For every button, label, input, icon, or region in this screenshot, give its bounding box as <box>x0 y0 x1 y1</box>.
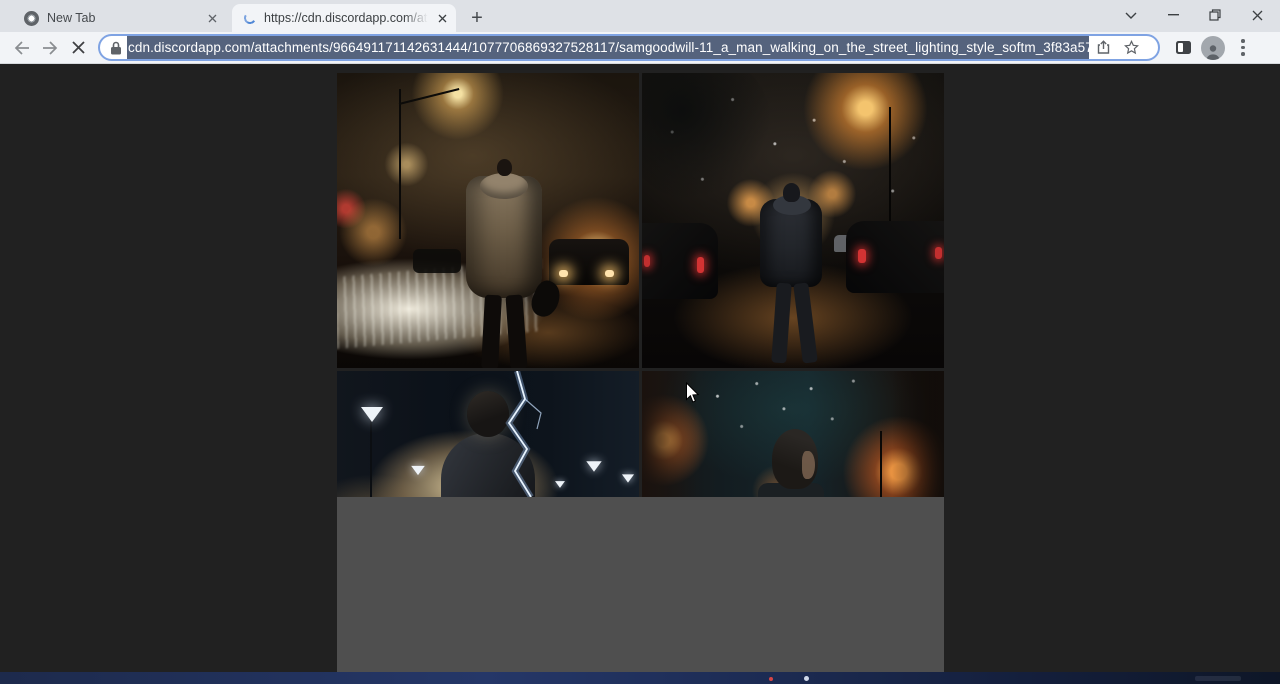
taskbar[interactable] <box>0 672 1280 684</box>
chevron-down-icon[interactable] <box>1110 0 1152 30</box>
toolbar-right-icons <box>1168 34 1258 62</box>
image-loading-placeholder <box>337 497 944 672</box>
padlock-icon[interactable] <box>100 41 127 55</box>
profile-avatar[interactable] <box>1198 34 1228 62</box>
image-bald-man-lightning <box>337 371 639 497</box>
car-headlights <box>549 239 629 285</box>
side-panel-icon[interactable] <box>1168 34 1198 62</box>
menu-kebab-icon[interactable] <box>1228 34 1258 62</box>
man-leg <box>793 282 818 363</box>
building-silhouette <box>642 371 698 497</box>
lightning-bolt <box>487 371 567 497</box>
man-leg <box>771 283 792 364</box>
tab-discord-cdn[interactable]: https://cdn.discordapp.com/atta <box>232 4 456 32</box>
taskbar-notification-icon <box>769 677 773 681</box>
taskbar-app-icon <box>804 676 809 681</box>
close-window-button[interactable] <box>1236 0 1278 30</box>
tree-silhouette <box>642 73 772 201</box>
tab-title: https://cdn.discordapp.com/atta <box>264 11 428 25</box>
image-rainy-street-man <box>337 73 639 368</box>
tab-strip: New Tab https://cdn.discordapp.com/atta … <box>0 0 1280 32</box>
parked-car-left <box>642 223 718 299</box>
parked-car-right <box>846 221 944 293</box>
restore-button[interactable] <box>1194 0 1236 30</box>
tab-close-icon[interactable] <box>204 10 220 26</box>
tab-title-fade <box>404 11 428 25</box>
man-head <box>783 183 800 202</box>
midjourney-image-grid[interactable] <box>337 73 944 672</box>
man-leg <box>481 295 502 368</box>
tab-title: New Tab <box>47 11 198 25</box>
loading-spinner-icon <box>243 11 257 25</box>
page-content <box>0 64 1280 672</box>
browser-window: New Tab https://cdn.discordapp.com/atta … <box>0 0 1280 684</box>
back-icon[interactable] <box>8 34 36 62</box>
lamp-pole <box>880 431 882 497</box>
window-controls <box>1110 0 1278 30</box>
street-lamp <box>411 466 425 475</box>
bookmark-star-icon[interactable] <box>1117 36 1145 60</box>
navigation-toolbar: cdn.discordapp.com/attachments/966491171… <box>0 32 1280 64</box>
taskbar-clock-area <box>1195 676 1241 681</box>
minimize-button[interactable] <box>1152 0 1194 30</box>
tab-new-tab[interactable]: New Tab <box>10 4 228 32</box>
tab-close-icon[interactable] <box>434 10 450 26</box>
building-silhouette <box>892 371 944 497</box>
address-bar[interactable]: cdn.discordapp.com/attachments/966491171… <box>98 34 1160 61</box>
chromium-favicon-icon <box>24 11 39 26</box>
image-man-profile-night <box>642 371 944 497</box>
url-input[interactable]: cdn.discordapp.com/attachments/966491171… <box>127 36 1089 59</box>
image-snowy-street-man <box>642 73 944 368</box>
stop-loading-icon[interactable] <box>64 34 92 62</box>
lamp-arm <box>399 88 460 105</box>
man-hood <box>480 173 528 199</box>
man-face-highlight <box>802 451 815 479</box>
lamp-pole <box>399 89 401 239</box>
man-head <box>497 159 512 176</box>
street-lamp <box>622 474 634 482</box>
forward-icon[interactable] <box>36 34 64 62</box>
street-lamp <box>586 461 601 472</box>
share-icon[interactable] <box>1089 36 1117 60</box>
street-lamp <box>361 407 383 422</box>
car-silhouette <box>413 249 461 273</box>
lamp-pole <box>370 421 372 497</box>
new-tab-button[interactable]: + <box>464 5 490 31</box>
